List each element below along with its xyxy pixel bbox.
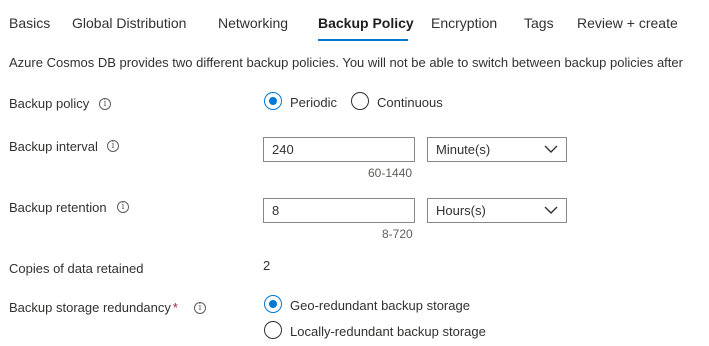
- backup-interval-range: 60-1440: [368, 166, 413, 180]
- geo-redundant-radio[interactable]: [264, 295, 282, 313]
- backup-interval-unit-select[interactable]: Minute(s): [427, 137, 567, 162]
- info-icon[interactable]: i: [194, 302, 206, 314]
- storage-redundancy-label: Backup storage redundancy *: [9, 300, 178, 315]
- backup-retention-unit-select[interactable]: Hours(s): [427, 198, 567, 223]
- tab-bar: Basics Global Distribution Networking Ba…: [0, 0, 709, 42]
- tab-global-distribution[interactable]: Global Distribution: [72, 15, 186, 31]
- active-tab-indicator: [318, 39, 408, 41]
- backup-policy-label: Backup policy: [9, 96, 90, 111]
- locally-redundant-radio-label[interactable]: Locally-redundant backup storage: [290, 324, 486, 339]
- backup-interval-input[interactable]: 240: [263, 137, 415, 162]
- locally-redundant-radio[interactable]: [264, 321, 282, 339]
- tab-basics[interactable]: Basics: [9, 15, 50, 31]
- continuous-radio-label[interactable]: Continuous: [377, 95, 443, 110]
- backup-retention-range: 8-720: [382, 227, 413, 241]
- info-icon[interactable]: i: [107, 140, 119, 152]
- tab-encryption[interactable]: Encryption: [431, 15, 497, 31]
- backup-interval-unit-value: Minute(s): [436, 142, 491, 157]
- chevron-down-icon: [544, 145, 558, 153]
- info-icon[interactable]: i: [117, 201, 129, 213]
- geo-redundant-radio-label[interactable]: Geo-redundant backup storage: [290, 298, 470, 313]
- backup-retention-input[interactable]: 8: [263, 198, 415, 223]
- tab-review-create[interactable]: Review + create: [577, 15, 678, 31]
- policy-description: Azure Cosmos DB provides two different b…: [9, 55, 683, 70]
- backup-retention-label: Backup retention: [9, 200, 107, 215]
- periodic-radio[interactable]: [264, 92, 282, 110]
- info-icon[interactable]: i: [99, 98, 111, 110]
- periodic-radio-label[interactable]: Periodic: [290, 95, 337, 110]
- backup-retention-unit-value: Hours(s): [436, 203, 486, 218]
- tab-tags[interactable]: Tags: [524, 15, 554, 31]
- required-marker: *: [172, 300, 178, 315]
- continuous-radio[interactable]: [351, 92, 369, 110]
- copies-value: 2: [263, 258, 271, 273]
- tab-backup-policy[interactable]: Backup Policy: [318, 15, 414, 31]
- tab-networking[interactable]: Networking: [218, 15, 288, 31]
- chevron-down-icon: [544, 206, 558, 214]
- storage-redundancy-label-text: Backup storage redundancy: [9, 300, 171, 315]
- backup-interval-label: Backup interval: [9, 139, 98, 154]
- copies-label: Copies of data retained: [9, 261, 144, 276]
